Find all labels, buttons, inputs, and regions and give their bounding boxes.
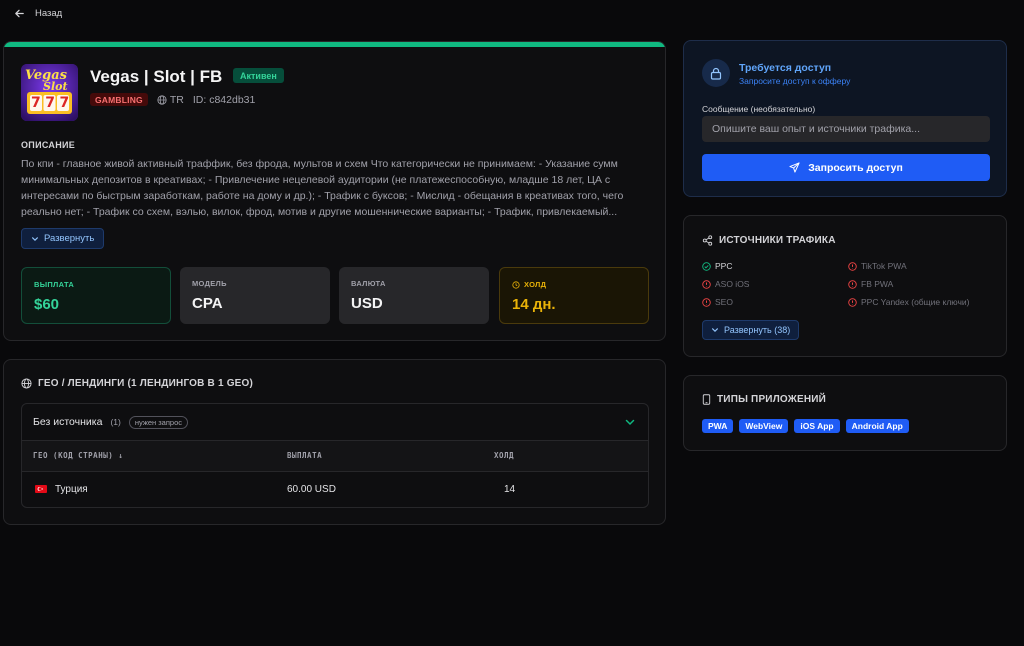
source-name: PPC bbox=[715, 261, 733, 271]
app-type-chip: Android App bbox=[845, 419, 909, 433]
request-access-button[interactable]: Запросить доступ bbox=[702, 154, 990, 181]
col-hold: ХОЛД bbox=[494, 451, 515, 460]
stat-currency: ВАЛЮТА USD bbox=[339, 267, 489, 324]
source-name: PPC Yandex (общие ключи) bbox=[861, 297, 970, 307]
stat-payout-label: ВЫПЛАТА bbox=[34, 280, 75, 289]
chevron-down-icon bbox=[32, 236, 38, 241]
send-icon bbox=[789, 162, 800, 173]
stat-model: МОДЕЛЬ CPA bbox=[180, 267, 330, 324]
offer-logo: Vegas Slot 777 bbox=[21, 64, 78, 121]
source-item: FB PWA bbox=[848, 279, 893, 289]
stat-hold-label: ХОЛД bbox=[524, 280, 547, 289]
source-item: TikTok PWA bbox=[848, 261, 907, 271]
stat-currency-value: USD bbox=[351, 295, 383, 312]
status-badge: Активен bbox=[233, 68, 284, 83]
share-icon bbox=[702, 235, 713, 246]
request-access-label: Запросить доступ bbox=[808, 161, 903, 174]
top-bar: Назад bbox=[0, 0, 1024, 26]
source-name: SEO bbox=[715, 297, 733, 307]
chevron-down-icon[interactable] bbox=[624, 416, 636, 428]
status-accent-bar bbox=[4, 42, 665, 47]
request-badge: нужен запрос bbox=[128, 415, 188, 429]
globe-icon bbox=[157, 94, 167, 105]
category-badge: GAMBLING bbox=[90, 93, 148, 106]
chevron-down-icon bbox=[712, 328, 718, 332]
source-item: SEO bbox=[702, 297, 733, 307]
alert-circle-icon bbox=[702, 297, 711, 307]
source-name: ASO iOS bbox=[715, 279, 750, 289]
offer-meta: GAMBLING TR ID: c842db31 bbox=[90, 93, 255, 106]
geo-card: ГЕО / ЛЕНДИНГИ (1 ЛЕНДИНГОВ В 1 GEO) Без… bbox=[3, 359, 666, 525]
smartphone-icon bbox=[702, 394, 711, 405]
access-title: Требуется доступ bbox=[739, 62, 832, 74]
traffic-heading: ИСТОЧНИКИ ТРАФИКА bbox=[719, 235, 836, 246]
source-name: TikTok PWA bbox=[861, 261, 907, 271]
table-row: Турция 60.00 USD 14 bbox=[22, 472, 648, 507]
description-text: По кпи - главное живой активный траффик,… bbox=[21, 158, 624, 218]
message-label: Сообщение (необязательно) bbox=[702, 104, 816, 114]
source-row[interactable]: Без источника (1) нужен запрос bbox=[22, 404, 648, 441]
expand-sources-button[interactable]: Развернуть (38) bbox=[702, 320, 800, 340]
geo-code-text: TR bbox=[169, 93, 184, 106]
source-item: PPC bbox=[702, 261, 732, 271]
stat-currency-label: ВАЛЮТА bbox=[351, 279, 386, 288]
description-heading: ОПИСАНИЕ bbox=[21, 140, 76, 150]
clock-icon bbox=[512, 280, 520, 289]
stat-hold: ХОЛД 14 дн. bbox=[499, 267, 649, 324]
source-name: Без источника bbox=[33, 416, 103, 428]
access-subtitle: Запросите доступ к офферу bbox=[739, 76, 851, 86]
turkey-flag-icon bbox=[35, 485, 47, 494]
lock-icon bbox=[702, 59, 730, 87]
geo-table-header: ГЕО (КОД СТРАНЫ) ↓ ВЫПЛАТА ХОЛД bbox=[22, 441, 648, 472]
message-input[interactable] bbox=[702, 116, 990, 142]
back-link[interactable]: Назад bbox=[35, 8, 62, 19]
check-circle-icon bbox=[702, 261, 711, 271]
access-request-card: Требуется доступ Запросите доступ к оффе… bbox=[683, 40, 1007, 197]
globe-icon bbox=[21, 378, 32, 389]
expand-label: Развернуть bbox=[44, 233, 95, 244]
logo-text-bottom: Slot bbox=[43, 80, 68, 93]
apps-heading: ТИПЫ ПРИЛОЖЕНИЙ bbox=[717, 394, 827, 405]
source-item: PPC Yandex (общие ключи) bbox=[848, 297, 969, 307]
source-name: FB PWA bbox=[861, 279, 894, 289]
offer-id: ID: c842db31 bbox=[192, 93, 256, 106]
row-country: Турция bbox=[55, 484, 88, 495]
alert-circle-icon bbox=[702, 279, 711, 289]
stat-model-label: МОДЕЛЬ bbox=[192, 279, 227, 288]
geo-code: TR bbox=[157, 94, 184, 106]
stat-model-value: CPA bbox=[192, 295, 223, 312]
app-types-card: ТИПЫ ПРИЛОЖЕНИЙ PWA WebView iOS App Andr… bbox=[683, 375, 1007, 451]
offer-title: Vegas | Slot | FB bbox=[90, 67, 223, 86]
source-item: ASO iOS bbox=[702, 279, 749, 289]
back-arrow-icon[interactable] bbox=[13, 7, 25, 19]
col-payout: ВЫПЛАТА bbox=[287, 451, 323, 460]
geo-heading: ГЕО / ЛЕНДИНГИ (1 ЛЕНДИНГОВ В 1 GEO) bbox=[38, 378, 254, 389]
alert-circle-icon bbox=[848, 261, 857, 271]
expand-description-button[interactable]: Развернуть bbox=[21, 228, 105, 249]
app-type-chips: PWA WebView iOS App Android App bbox=[702, 419, 909, 433]
offer-card: Vegas Slot 777 Vegas | Slot | FB Активен… bbox=[3, 41, 666, 341]
geo-source-group: Без источника (1) нужен запрос ГЕО (КОД … bbox=[21, 403, 649, 508]
alert-circle-icon bbox=[848, 279, 857, 289]
stat-payout-value: $60 bbox=[34, 296, 60, 313]
row-payout: 60.00 USD bbox=[287, 484, 336, 495]
row-hold: 14 bbox=[504, 484, 516, 495]
stat-hold-value: 14 дн. bbox=[512, 296, 556, 313]
app-type-chip: iOS App bbox=[794, 419, 840, 433]
app-type-chip: PWA bbox=[702, 419, 734, 433]
logo-digits: 777 bbox=[31, 95, 74, 111]
alert-circle-icon bbox=[848, 297, 857, 307]
expand-sources-label: Развернуть (38) bbox=[724, 325, 791, 335]
source-count: (1) bbox=[110, 417, 121, 427]
app-type-chip: WebView bbox=[739, 419, 789, 433]
traffic-sources-card: ИСТОЧНИКИ ТРАФИКА PPC TikTok PWA ASO iOS… bbox=[683, 215, 1007, 357]
col-geo[interactable]: ГЕО (КОД СТРАНЫ) ↓ bbox=[33, 451, 123, 460]
stat-payout: ВЫПЛАТА $60 bbox=[21, 267, 171, 324]
